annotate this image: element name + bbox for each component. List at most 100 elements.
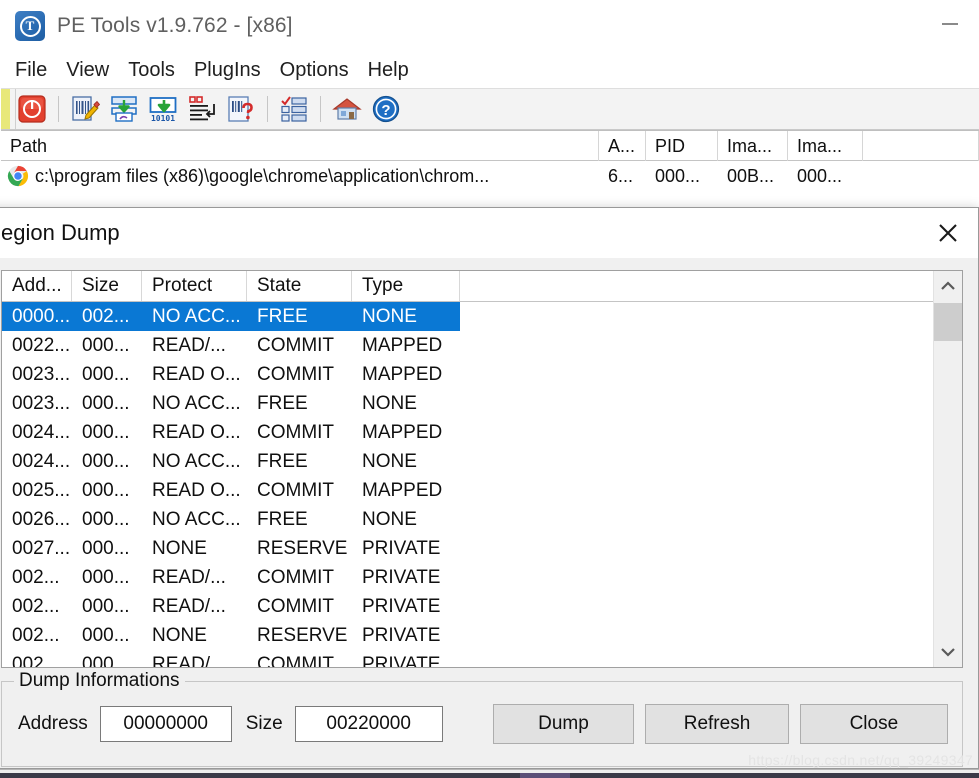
region-row[interactable]: 0025...000...READ O...COMMITMAPPED xyxy=(2,476,962,505)
menu-item-tools[interactable]: Tools xyxy=(128,57,184,84)
region-cell-type: NONE xyxy=(352,505,460,534)
dialog-close-button[interactable] xyxy=(918,208,978,258)
column-header-path[interactable]: Path xyxy=(1,131,599,161)
region-cell-address: 002... xyxy=(2,563,72,592)
region-cell-address: 002... xyxy=(2,650,72,667)
dumper-icon[interactable] xyxy=(107,92,141,126)
region-row[interactable]: 0024...000...NO ACC...FREENONE xyxy=(2,447,962,476)
region-row[interactable]: 0022...000...READ/...COMMITMAPPED xyxy=(2,331,962,360)
column-header-imagebase[interactable]: Ima... xyxy=(718,131,788,161)
region-cell-protect: READ/... xyxy=(142,650,247,667)
dialog-body: Add... Size Protect State Type 0000...00… xyxy=(0,258,978,768)
size-input[interactable] xyxy=(295,706,443,742)
region-row[interactable]: 0000...002...NO ACC...FREENONE xyxy=(2,302,460,331)
options-list-icon[interactable] xyxy=(277,92,311,126)
region-cell-type: NONE xyxy=(352,302,460,331)
region-cell-protect: READ/... xyxy=(142,331,247,360)
region-col-type[interactable]: Type xyxy=(352,271,460,301)
region-row[interactable]: 002...000...READ/...COMMITPRIVATE xyxy=(2,650,962,667)
region-col-size[interactable]: Size xyxy=(72,271,142,301)
chevron-down-icon xyxy=(940,646,956,658)
process-row-chrome[interactable]: c:\program files (x86)\google\chrome\app… xyxy=(1,161,979,191)
dump-informations-legend: Dump Informations xyxy=(14,670,185,692)
region-cell-size: 000... xyxy=(72,331,142,360)
region-row[interactable]: 0023...000...NO ACC...FREENONE xyxy=(2,389,962,418)
process-list: Path A... PID Ima... Ima... xyxy=(1,130,979,191)
address-label: Address xyxy=(18,713,88,735)
help-icon[interactable]: ? xyxy=(369,92,403,126)
region-table: Add... Size Protect State Type 0000...00… xyxy=(1,270,963,668)
column-header-a[interactable]: A... xyxy=(599,131,646,161)
region-table-scrollbar[interactable] xyxy=(933,271,962,667)
pe-editor-icon[interactable] xyxy=(68,92,102,126)
dump-button[interactable]: Dump xyxy=(493,704,635,744)
address-input[interactable] xyxy=(100,706,232,742)
region-row[interactable]: 0023...000...READ O...COMMITMAPPED xyxy=(2,360,962,389)
region-col-protect[interactable]: Protect xyxy=(142,271,247,301)
window-title: PE Tools v1.9.762 - [x86] xyxy=(57,14,293,38)
svg-text:?: ? xyxy=(381,102,390,119)
region-cell-type: MAPPED xyxy=(352,360,460,389)
full-dump-icon[interactable]: 10101 xyxy=(146,92,180,126)
scroll-up-button[interactable] xyxy=(934,271,963,301)
region-row[interactable]: 002...000...READ/...COMMITPRIVATE xyxy=(2,592,962,621)
minimize-icon xyxy=(942,23,958,25)
region-cell-address: 0025... xyxy=(2,476,72,505)
region-cell-type: PRIVATE xyxy=(352,621,460,650)
region-cell-size: 000... xyxy=(72,447,142,476)
taskbar-background xyxy=(0,773,979,778)
region-cell-size: 000... xyxy=(72,476,142,505)
region-cell-state: FREE xyxy=(247,389,352,418)
region-cell-protect: NONE xyxy=(142,534,247,563)
task-viewer-icon[interactable] xyxy=(185,92,219,126)
region-cell-address: 0022... xyxy=(2,331,72,360)
region-col-state[interactable]: State xyxy=(247,271,352,301)
minimize-button[interactable] xyxy=(921,0,979,48)
region-row[interactable]: 0026...000...NO ACC...FREENONE xyxy=(2,505,962,534)
application-root: T PE Tools v1.9.762 - [x86] File View To… xyxy=(0,0,979,778)
region-cell-address: 0027... xyxy=(2,534,72,563)
region-cell-state: COMMIT xyxy=(247,418,352,447)
pe-tools-icon-glyph: T xyxy=(20,16,41,37)
column-header-pid[interactable]: PID xyxy=(646,131,718,161)
region-dump-dialog: egion Dump Add... Size Protect State Typ… xyxy=(0,207,979,769)
region-cell-protect: READ O... xyxy=(142,360,247,389)
region-cell-state: COMMIT xyxy=(247,563,352,592)
column-header-imagesize[interactable]: Ima... xyxy=(788,131,863,161)
region-row[interactable]: 002...000...READ/...COMMITPRIVATE xyxy=(2,563,962,592)
region-cell-protect: READ/... xyxy=(142,563,247,592)
menu-item-help[interactable]: Help xyxy=(368,57,418,84)
power-off-icon[interactable] xyxy=(15,92,49,126)
menu-item-view[interactable]: View xyxy=(66,57,118,84)
region-cell-address: 0000... xyxy=(2,302,72,331)
region-cell-address: 0024... xyxy=(2,447,72,476)
region-cell-type: NONE xyxy=(352,389,460,418)
region-table-header: Add... Size Protect State Type xyxy=(2,271,962,302)
rebuilder-icon[interactable] xyxy=(224,92,258,126)
region-row[interactable]: 0024...000...READ O...COMMITMAPPED xyxy=(2,418,962,447)
region-cell-type: PRIVATE xyxy=(352,592,460,621)
scroll-down-button[interactable] xyxy=(934,637,963,667)
dump-informations-content: Address Size Dump Refresh Close xyxy=(2,682,962,766)
region-cell-state: COMMIT xyxy=(247,650,352,667)
desktop-taskbar-strip xyxy=(0,769,979,778)
menu-item-file[interactable]: File xyxy=(15,57,56,84)
region-row[interactable]: 002...000...NONERESERVEPRIVATE xyxy=(2,621,962,650)
region-cell-size: 000... xyxy=(72,592,142,621)
refresh-button[interactable]: Refresh xyxy=(645,704,788,744)
column-header-filler xyxy=(863,131,979,161)
scrollbar-track[interactable] xyxy=(934,301,963,637)
dialog-title: egion Dump xyxy=(0,220,120,246)
scrollbar-thumb[interactable] xyxy=(934,303,963,341)
menu-item-options[interactable]: Options xyxy=(280,57,358,84)
region-cell-address: 002... xyxy=(2,621,72,650)
close-button[interactable]: Close xyxy=(800,704,948,744)
region-row[interactable]: 0027...000...NONERESERVEPRIVATE xyxy=(2,534,962,563)
menu-item-plugins[interactable]: PlugIns xyxy=(194,57,270,84)
taskbar-accent xyxy=(520,773,570,778)
svg-text:10101: 10101 xyxy=(151,114,175,123)
home-icon[interactable] xyxy=(330,92,364,126)
region-col-address[interactable]: Add... xyxy=(2,271,72,301)
region-cell-type: MAPPED xyxy=(352,331,460,360)
region-cell-state: COMMIT xyxy=(247,331,352,360)
